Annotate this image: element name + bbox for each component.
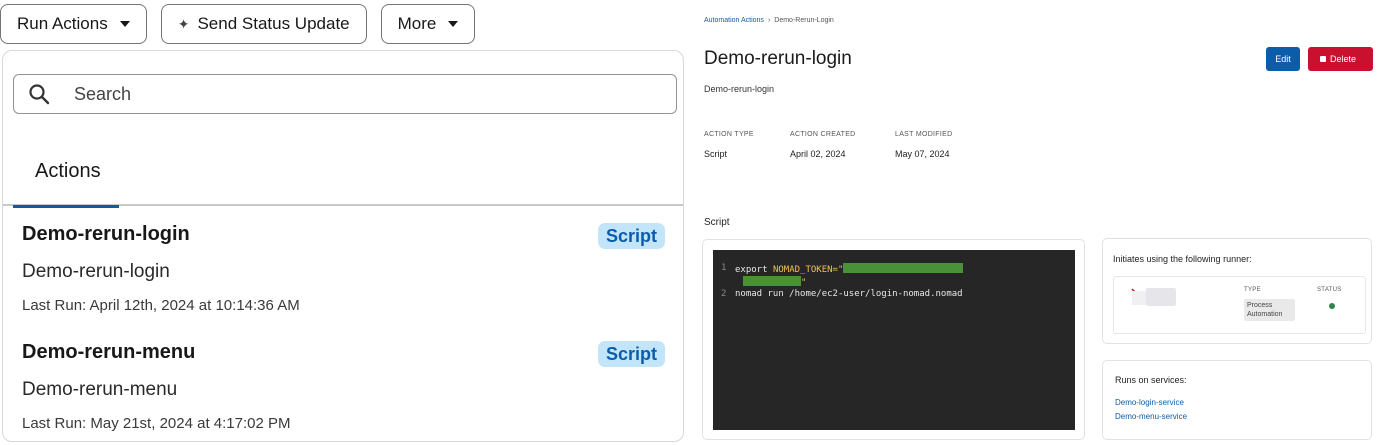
action-created-value: April 02, 2024 xyxy=(790,149,846,159)
runner-type-header: TYPE xyxy=(1244,287,1261,293)
line-number: 2 xyxy=(721,289,727,299)
page-title: Demo-rerun-login xyxy=(704,48,852,69)
action-name: Demo-rerun-login xyxy=(22,223,190,245)
run-actions-button[interactable]: Run Actions xyxy=(0,4,147,44)
action-description: Demo-rerun-menu xyxy=(22,379,178,400)
last-run-text: Last Run: April 12th, 2024 at 10:14:36 A… xyxy=(22,297,300,314)
runner-row[interactable]: TYPE STATUS Process Automation xyxy=(1113,276,1366,334)
action-type-label: ACTION TYPE xyxy=(704,131,754,138)
actions-dropdown: Search Actions Demo-rerun-login Script D… xyxy=(2,50,684,442)
actions-panel: Run Actions ✦ Send Status Update More Se… xyxy=(0,0,686,445)
run-actions-label: Run Actions xyxy=(17,14,108,33)
type-badge: Script xyxy=(597,223,665,249)
code-quote: " xyxy=(801,278,807,288)
trash-icon xyxy=(1320,56,1326,62)
breadcrumb-parent-link[interactable]: Automation Actions xyxy=(704,17,764,24)
runner-logo-icon xyxy=(1131,288,1176,306)
list-item[interactable]: Demo-rerun-menu Script Demo-rerun-menu L… xyxy=(3,327,683,441)
search-icon xyxy=(29,84,50,105)
page-subtitle: Demo-rerun-login xyxy=(704,84,775,94)
redacted-token xyxy=(843,263,964,273)
last-modified-value: May 07, 2024 xyxy=(895,149,950,159)
tab-actions[interactable]: Actions xyxy=(13,151,119,208)
search-input[interactable]: Search xyxy=(13,74,677,114)
delete-label: Delete xyxy=(1330,54,1357,64)
action-created-label: ACTION CREATED xyxy=(790,131,856,138)
runner-card: Initiates using the following runner: TY… xyxy=(1102,238,1372,344)
runner-title: Initiates using the following runner: xyxy=(1113,254,1252,264)
action-name: Demo-rerun-menu xyxy=(22,341,196,363)
services-card: Runs on services: Demo-login-service Dem… xyxy=(1102,360,1372,440)
runner-type-value: Process Automation xyxy=(1244,299,1295,321)
code-variable: NOMAD_TOKEN=" xyxy=(772,265,844,275)
tab-bar: Actions xyxy=(3,151,683,208)
search-placeholder: Search xyxy=(74,83,132,104)
code-line-1-cont: " xyxy=(743,276,806,288)
send-status-update-button[interactable]: ✦ Send Status Update xyxy=(160,4,367,44)
last-modified-label: LAST MODIFIED xyxy=(895,131,953,138)
service-link[interactable]: Demo-menu-service xyxy=(1115,412,1187,421)
action-type-value: Script xyxy=(704,149,728,159)
type-badge: Script xyxy=(597,341,665,367)
status-dot-icon xyxy=(1329,303,1335,309)
code-keyword: export xyxy=(735,265,773,275)
action-description: Demo-rerun-login xyxy=(22,261,170,282)
service-link[interactable]: Demo-login-service xyxy=(1115,398,1184,407)
code-line-2: nomad run /home/ec2-user/login-nomad.nom… xyxy=(735,289,963,299)
script-heading: Script xyxy=(704,217,730,228)
last-run-text: Last Run: May 21st, 2024 at 4:17:02 PM xyxy=(22,415,291,432)
sparkle-icon: ✦ xyxy=(177,15,190,32)
toolbar: Run Actions ✦ Send Status Update More xyxy=(0,4,476,44)
line-number: 1 xyxy=(721,263,727,273)
breadcrumb-current: Demo-Rerun-Login xyxy=(774,17,834,24)
chevron-down-icon xyxy=(448,21,459,27)
code-block[interactable]: 1 export NOMAD_TOKEN=" " 2 nomad run /ho… xyxy=(713,250,1075,430)
more-label: More xyxy=(397,14,437,33)
list-item[interactable]: Demo-rerun-login Script Demo-rerun-login… xyxy=(3,209,683,327)
action-detail-panel: Automation Actions › Demo-Rerun-Login Demo… xyxy=(688,0,1377,445)
send-status-label: Send Status Update xyxy=(197,14,350,33)
more-button[interactable]: More xyxy=(380,4,476,44)
runner-status-header: STATUS xyxy=(1317,287,1342,293)
breadcrumb: Automation Actions › Demo-Rerun-Login xyxy=(704,17,834,24)
delete-button[interactable]: Delete xyxy=(1308,47,1373,71)
script-card: 1 export NOMAD_TOKEN=" " 2 nomad run /ho… xyxy=(702,239,1085,440)
breadcrumb-separator: › xyxy=(767,17,771,24)
redacted-token xyxy=(743,276,801,286)
services-title: Runs on services: xyxy=(1115,375,1187,385)
chevron-down-icon xyxy=(119,21,130,27)
code-line-1: export NOMAD_TOKEN=" xyxy=(735,263,964,275)
edit-button[interactable]: Edit xyxy=(1266,47,1300,71)
